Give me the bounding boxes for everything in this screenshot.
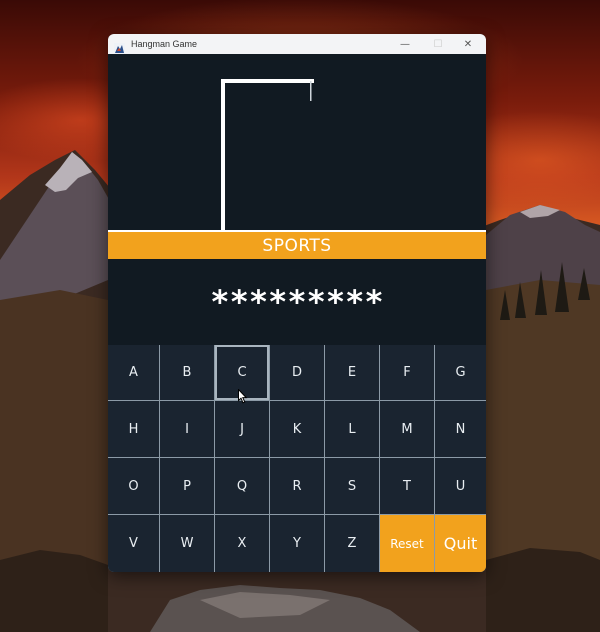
key-w[interactable]: W <box>160 515 214 572</box>
key-l[interactable]: L <box>325 401 379 457</box>
key-o[interactable]: O <box>108 458 159 514</box>
title-bar[interactable]: Hangman Game — ☐ ✕ <box>108 34 486 54</box>
mouse-pointer-icon <box>238 389 248 404</box>
key-i[interactable]: I <box>160 401 214 457</box>
key-x[interactable]: X <box>215 515 269 572</box>
key-e[interactable]: E <box>325 345 379 400</box>
key-z[interactable]: Z <box>325 515 379 572</box>
key-h[interactable]: H <box>108 401 159 457</box>
category-label: SPORTS <box>108 232 486 259</box>
key-b[interactable]: B <box>160 345 214 400</box>
key-a[interactable]: A <box>108 345 159 400</box>
hangman-window: Hangman Game — ☐ ✕ SPORTS ********* A B … <box>108 34 486 572</box>
masked-word: ********* <box>210 283 384 321</box>
key-v[interactable]: V <box>108 515 159 572</box>
gallows-drawing <box>221 79 314 230</box>
key-f[interactable]: F <box>380 345 434 400</box>
gallows-post <box>221 79 225 230</box>
maximize-button[interactable]: ☐ <box>421 34 455 54</box>
gallows-rope <box>310 81 312 101</box>
close-button[interactable]: ✕ <box>451 34 485 54</box>
key-u[interactable]: U <box>435 458 486 514</box>
word-area: ********* <box>108 259 486 345</box>
tk-feather-icon <box>114 39 125 54</box>
key-d[interactable]: D <box>270 345 324 400</box>
window-title: Hangman Game <box>131 39 198 49</box>
key-y[interactable]: Y <box>270 515 324 572</box>
minimize-button[interactable]: — <box>388 34 422 54</box>
gallows-beam <box>221 79 314 83</box>
key-k[interactable]: K <box>270 401 324 457</box>
key-t[interactable]: T <box>380 458 434 514</box>
letter-keyboard: A B C D E F G H I J K L M N O P Q R S T … <box>108 345 486 572</box>
key-p[interactable]: P <box>160 458 214 514</box>
key-j[interactable]: J <box>215 401 269 457</box>
hangman-drawing-area <box>108 54 486 230</box>
key-m[interactable]: M <box>380 401 434 457</box>
key-n[interactable]: N <box>435 401 486 457</box>
reset-button[interactable]: Reset <box>380 515 434 572</box>
key-q[interactable]: Q <box>215 458 269 514</box>
quit-button[interactable]: Quit <box>435 515 486 572</box>
key-s[interactable]: S <box>325 458 379 514</box>
key-r[interactable]: R <box>270 458 324 514</box>
key-g[interactable]: G <box>435 345 486 400</box>
